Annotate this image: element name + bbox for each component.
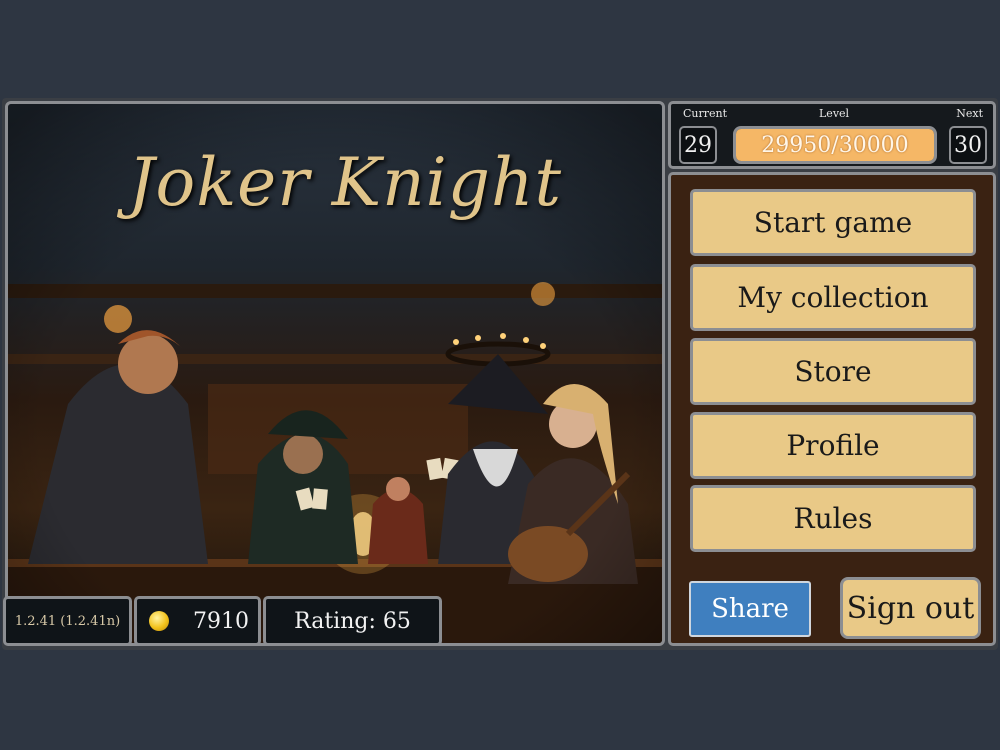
rating-display: Rating: 65 xyxy=(263,596,442,646)
next-level-caption: Next xyxy=(956,107,983,120)
main-menu: Start game My collection Store Profile R… xyxy=(668,172,996,646)
game-title: Joker Knight xyxy=(128,144,562,221)
coins-value: 7910 xyxy=(193,608,249,634)
start-game-button[interactable]: Start game xyxy=(690,189,976,256)
coin-icon xyxy=(149,611,169,631)
tavern-artwork: Joker Knight xyxy=(5,101,665,646)
version-label: 1.2.41 (1.2.41n) xyxy=(3,596,132,646)
coins-display: 7910 xyxy=(134,596,261,646)
current-level-caption: Current xyxy=(683,107,728,120)
next-level-value: 30 xyxy=(949,126,987,164)
share-button[interactable]: Share xyxy=(689,581,811,637)
sign-out-button[interactable]: Sign out xyxy=(840,577,981,639)
level-caption: Level xyxy=(819,107,850,120)
xp-progress-text: 29950/30000 xyxy=(761,132,909,158)
xp-progress-bar: 29950/30000 xyxy=(733,126,937,164)
my-collection-button[interactable]: My collection xyxy=(690,264,976,331)
level-panel: Current Level Next 29 29950/30000 30 xyxy=(668,101,996,169)
current-level-value: 29 xyxy=(679,126,717,164)
store-button[interactable]: Store xyxy=(690,338,976,405)
profile-button[interactable]: Profile xyxy=(690,412,976,479)
rules-button[interactable]: Rules xyxy=(690,485,976,552)
